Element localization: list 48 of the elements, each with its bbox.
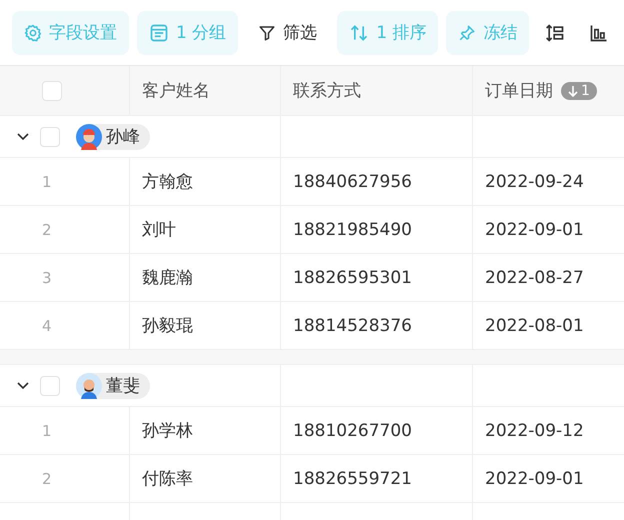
table-cell-text: 孙学林 [142,420,193,442]
pin-icon [458,24,476,42]
table-cell-text: 刘叶 [142,219,176,241]
avatar-icon [76,372,102,398]
column-header: 联系方式 [293,80,361,102]
toolbar-button[interactable]: 冻结 [446,10,530,54]
column-header: 订单日期 [485,80,553,102]
row-number: 1 [42,172,52,190]
table-cell: 2022-08-01 [485,316,584,336]
row-height-icon [545,22,566,42]
table-cell-text: 付陈率 [142,468,193,490]
table-cell: 18821985490 [293,220,412,240]
avatar-icon [76,124,102,150]
row-number: 1 [42,422,52,440]
toolbar-button[interactable]: 筛选 [246,10,330,54]
table-cell: 2022-09-01 [485,468,584,488]
row-number: 2 [42,220,52,238]
table-cell: 18826559721 [293,468,412,488]
filter-icon [258,24,276,42]
table-cell: 18840627956 [293,172,412,192]
table-cell: 18826595301 [293,268,412,288]
table-cell-text: 方翰愈 [142,171,193,193]
group-checkbox[interactable] [40,376,60,396]
toolbar-button[interactable]: 1 分组 [137,10,238,54]
select-all-checkbox[interactable] [42,80,62,100]
list-card-icon [149,22,169,42]
arrow-down-icon [568,84,578,96]
table-cell: 18814528376 [293,316,412,336]
row-number: 3 [42,268,52,286]
sort-badge: 1 [561,82,597,100]
table-cell: 2022-09-12 [485,420,584,440]
group-name: 孙峰 [106,126,140,148]
table-cell: 18810267700 [293,420,412,440]
row-number: 2 [42,470,52,488]
table-cell-text: 孙毅琨 [142,315,193,337]
bar-chart-icon [589,22,610,42]
column-header: 客户姓名 [142,80,210,102]
row-number: 4 [42,316,52,334]
sort-icon [349,22,370,42]
group-name: 董斐 [106,375,140,397]
settings-icon [24,24,42,42]
toolbar-button[interactable]: 1 排序 [337,10,438,54]
group-checkbox[interactable] [40,126,60,146]
table-cell: 2022-09-24 [485,172,584,192]
table-cell: 2022-08-27 [485,268,584,288]
toolbar-button[interactable]: 字段设置 [12,10,129,54]
table-cell: 2022-09-01 [485,220,584,240]
table-cell-text: 魏鹿瀚 [142,267,193,289]
